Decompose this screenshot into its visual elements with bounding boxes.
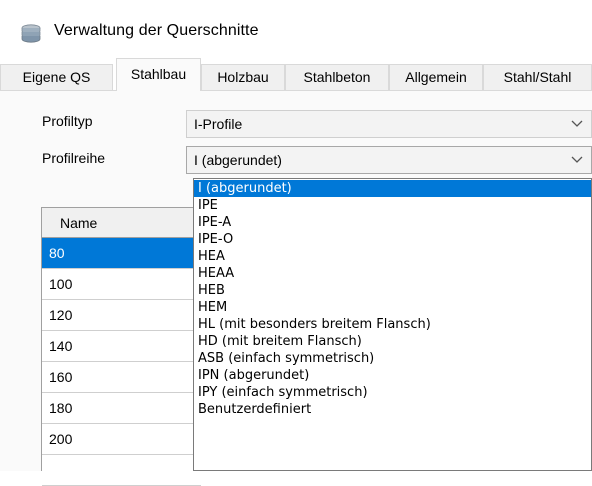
dropdown-option[interactable]: Benutzerdefiniert (194, 401, 591, 418)
profilreihe-label: Profilreihe (42, 150, 106, 166)
column-header-label: Name (60, 215, 98, 231)
tab-stahlbeton[interactable]: Stahlbeton (285, 64, 389, 90)
profiltyp-select[interactable]: I-Profile (186, 110, 592, 138)
profiltyp-value: I-Profile (194, 116, 243, 132)
dropdown-option[interactable]: HEAA (194, 265, 591, 282)
dropdown-option[interactable]: IPE-A (194, 214, 591, 231)
tab-allgemein[interactable]: Allgemein (389, 64, 483, 90)
chevron-down-icon (571, 156, 583, 163)
tab-stahlbau[interactable]: Stahlbau (116, 58, 201, 91)
tab-holzbau[interactable]: Holzbau (201, 64, 285, 90)
table-row[interactable]: 100 (42, 269, 201, 300)
dropdown-option[interactable]: HEB (194, 282, 591, 299)
table-cell: 100 (49, 276, 73, 292)
dropdown-option[interactable]: HD (mit breitem Flansch) (194, 333, 591, 350)
dropdown-option[interactable]: I (abgerundet) (194, 180, 591, 197)
profilreihe-value: I (abgerundet) (194, 152, 282, 168)
chevron-down-icon (571, 120, 583, 127)
table-row[interactable]: 80 (42, 238, 201, 269)
profiltyp-label: Profiltyp (42, 113, 93, 129)
dropdown-option[interactable]: IPE (194, 197, 591, 214)
window-title: Verwaltung der Querschnitte (54, 22, 259, 39)
table-cell: 200 (49, 431, 73, 447)
column-header-name[interactable]: Name (42, 208, 201, 238)
dropdown-option[interactable]: IPN (abgerundet) (194, 367, 591, 384)
table-row[interactable]: 140 (42, 331, 201, 362)
profilreihe-select[interactable]: I (abgerundet) (186, 146, 592, 174)
tab-stahl-stahl[interactable]: Stahl/Stahl (483, 64, 592, 90)
profilreihe-dropdown-list: I (abgerundet) IPE IPE-A IPE-O HEA HEAA … (193, 178, 592, 471)
dropdown-option[interactable]: HEM (194, 299, 591, 316)
table-row[interactable]: 200 (42, 424, 201, 455)
table-row[interactable]: 160 (42, 362, 201, 393)
tab-eigene-qs[interactable]: Eigene QS (0, 64, 113, 90)
table-row[interactable]: 180 (42, 393, 201, 424)
table-row[interactable]: 120 (42, 300, 201, 331)
table-cell: 160 (49, 369, 73, 385)
table-cell: 140 (49, 338, 73, 354)
dropdown-option[interactable]: IPE-O (194, 231, 591, 248)
table-cell: 120 (49, 307, 73, 323)
table-cell: 80 (49, 245, 65, 261)
table-cell: 180 (49, 400, 73, 416)
dropdown-option[interactable]: IPY (einfach symmetrisch) (194, 384, 591, 401)
dropdown-option[interactable]: HL (mit besonders breitem Flansch) (194, 316, 591, 333)
title-bar: Verwaltung der Querschnitte (0, 0, 592, 56)
dropdown-option[interactable]: ASB (einfach symmetrisch) (194, 350, 591, 367)
profile-grid: Name 80 100 120 140 160 180 200 (41, 207, 201, 486)
dropdown-option[interactable]: HEA (194, 248, 591, 265)
stack-icon (21, 24, 41, 43)
